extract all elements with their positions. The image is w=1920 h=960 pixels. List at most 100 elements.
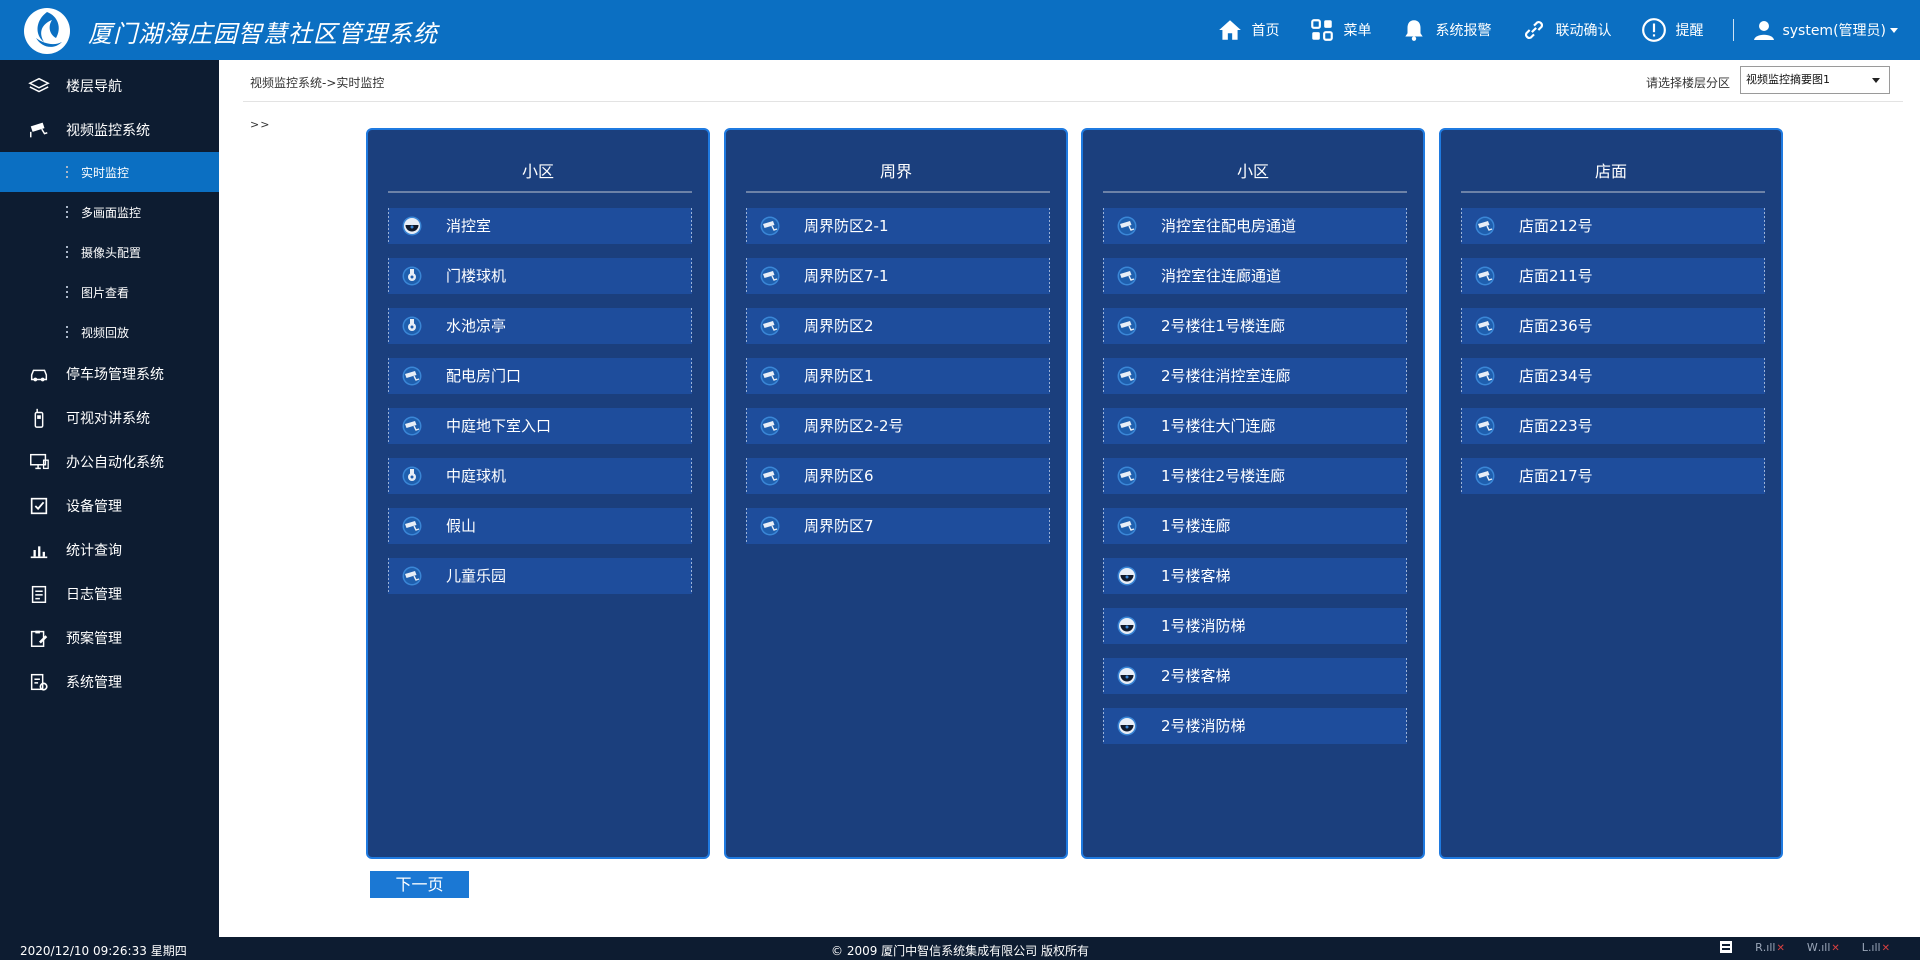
camera-label: 1号楼往大门连廊 <box>1161 417 1276 435</box>
camera-label: 周界防区2-1 <box>804 217 889 235</box>
sidebar-item-label: 楼层导航 <box>66 79 122 95</box>
sidebar-item-video[interactable]: 视频监控系统 <box>0 108 219 152</box>
camera-item[interactable]: 中庭球机 <box>388 458 692 494</box>
sidebar-item-intercom[interactable]: 可视对讲系统 <box>0 396 219 440</box>
camera-item[interactable]: 消控室往配电房通道 <box>1103 208 1407 244</box>
camera-item[interactable]: 2号楼往1号楼连廊 <box>1103 308 1407 344</box>
camera-item[interactable]: 1号楼客梯 <box>1103 558 1407 594</box>
camera-item[interactable]: 店面217号 <box>1461 458 1765 494</box>
bullet-camera-icon <box>1475 366 1495 386</box>
sidebar-sub-live[interactable]: 实时监控 <box>0 152 219 192</box>
printer-icon <box>1720 941 1733 953</box>
sidebar-item-label: 统计查询 <box>66 543 122 559</box>
sidebar-item-parking[interactable]: 停车场管理系统 <box>0 352 219 396</box>
nav-reminder[interactable]: 提醒 <box>1641 17 1703 43</box>
camera-item[interactable]: 门楼球机 <box>388 258 692 294</box>
ptz-camera-icon <box>402 466 422 486</box>
camera-item[interactable]: 消控室 <box>388 208 692 244</box>
expand-arrows[interactable]: >> <box>250 118 270 131</box>
grid-icon <box>1311 19 1334 41</box>
bullet-camera-icon <box>402 516 422 536</box>
dome-camera-icon <box>1117 616 1137 636</box>
sidebar-item-label: 办公自动化系统 <box>66 455 164 471</box>
camera-item[interactable]: 店面212号 <box>1461 208 1765 244</box>
status-indicators: R .ıll ✕ W .ıll ✕ L .ıll ✕ <box>1719 940 1890 954</box>
panel-title: 小区 <box>1236 162 1269 181</box>
camera-item[interactable]: 周界防区7 <box>746 508 1050 544</box>
camera-label: 周界防区7-1 <box>804 267 889 285</box>
sidebar-sub-camera-config[interactable]: 摄像头配置 <box>0 232 219 272</box>
nav-home[interactable]: 首页 <box>1217 17 1279 43</box>
camera-item[interactable]: 消控室往连廊通道 <box>1103 258 1407 294</box>
chevron-down-icon <box>1890 27 1898 33</box>
dome-camera-icon <box>1117 566 1137 586</box>
camera-item[interactable]: 周界防区1 <box>746 358 1050 394</box>
camera-item[interactable]: 1号楼往2号楼连廊 <box>1103 458 1407 494</box>
camera-label: 中庭球机 <box>446 467 507 485</box>
camera-item[interactable]: 2号楼往消控室连廊 <box>1103 358 1407 394</box>
monitor-icon <box>30 453 49 470</box>
dome-camera-icon <box>1117 716 1137 736</box>
camera-item[interactable]: 1号楼往大门连廊 <box>1103 408 1407 444</box>
nav-reminder-label: 提醒 <box>1675 23 1704 39</box>
sidebar-item-device[interactable]: 设备管理 <box>0 484 219 528</box>
camera-label: 水池凉亭 <box>446 317 507 335</box>
sidebar-item-office[interactable]: 办公自动化系统 <box>0 440 219 484</box>
user-menu[interactable]: system(管理员) <box>1752 18 1898 42</box>
camera-item[interactable]: 2号楼客梯 <box>1103 658 1407 694</box>
bullet-camera-icon <box>760 516 780 536</box>
next-page-button[interactable]: 下一页 <box>370 871 469 898</box>
ptz-camera-icon <box>402 266 422 286</box>
camera-item[interactable]: 周界防区2-2号 <box>746 408 1050 444</box>
zone-select[interactable]: 视频监控摘要图1 <box>1740 66 1890 94</box>
sidebar-item-stats[interactable]: 统计查询 <box>0 528 219 572</box>
home-icon <box>1219 20 1242 40</box>
camera-item[interactable]: 周界防区2 <box>746 308 1050 344</box>
camera-item[interactable]: 配电房门口 <box>388 358 692 394</box>
bullet-camera-icon <box>1117 466 1137 486</box>
camera-item[interactable]: 店面223号 <box>1461 408 1765 444</box>
chart-icon <box>30 546 48 559</box>
camera-item[interactable]: 周界防区7-1 <box>746 258 1050 294</box>
camera-panel: 小区 消控室 门楼球机 水池凉亭 配电房门口 中庭地下室入口 中庭球机 假山 儿童乐园 <box>366 128 710 859</box>
sidebar-item-floor-nav[interactable]: 楼层导航 <box>0 64 219 108</box>
sidebar-sub-label: 摄像头配置 <box>81 245 142 260</box>
sidebar-item-label: 日志管理 <box>66 587 122 603</box>
sidebar-item-log[interactable]: 日志管理 <box>0 572 219 616</box>
camera-item[interactable]: 2号楼消防梯 <box>1103 708 1407 744</box>
camera-label: 周界防区1 <box>804 367 874 385</box>
nav-menu[interactable]: 菜单 <box>1309 17 1371 43</box>
camera-label: 店面236号 <box>1519 317 1593 335</box>
panel-title: 店面 <box>1594 162 1627 181</box>
camera-item[interactable]: 店面236号 <box>1461 308 1765 344</box>
bullet-camera-icon <box>1117 266 1137 286</box>
sidebar-item-plan[interactable]: 预案管理 <box>0 616 219 660</box>
nav-alarm[interactable]: 系统报警 <box>1401 17 1491 43</box>
camera-item[interactable]: 假山 <box>388 508 692 544</box>
camera-panel: 店面店面212号 店面211号店面236号店面234号 店面223号 店面217号 <box>1439 128 1783 859</box>
camera-item[interactable]: 中庭地下室入口 <box>388 408 692 444</box>
bullet-camera-icon <box>760 316 780 336</box>
sidebar-sub-multi[interactable]: 多画面监控 <box>0 192 219 232</box>
alert-icon <box>1642 18 1667 42</box>
camera-panel: 小区消控室往配电房通道 消控室往连廊通道 2号楼往1号楼连廊 2号楼往消控室连廊 1号楼… <box>1081 128 1425 859</box>
camera-item[interactable]: 周界防区6 <box>746 458 1050 494</box>
plan-icon <box>30 630 48 647</box>
camera-item[interactable]: 1号楼连廊 <box>1103 508 1407 544</box>
camera-item[interactable]: 店面211号 <box>1461 258 1765 294</box>
nav-link-confirm[interactable]: 联动确认 <box>1521 17 1611 43</box>
camera-item[interactable]: 儿童乐园 <box>388 558 692 594</box>
camera-item[interactable]: 周界防区2-1 <box>746 208 1050 244</box>
checkbox-icon <box>30 497 48 515</box>
camera-item[interactable]: 水池凉亭 <box>388 308 692 344</box>
sidebar-item-system[interactable]: 系统管理 <box>0 660 219 704</box>
camera-item[interactable]: 1号楼消防梯 <box>1103 608 1407 644</box>
camera-item[interactable]: 店面234号 <box>1461 358 1765 394</box>
breadcrumb: 视频监控系统->实时监控 <box>250 76 385 90</box>
sidebar-sub-pictures[interactable]: 图片查看 <box>0 272 219 312</box>
sidebar-item-label: 系统管理 <box>66 675 122 691</box>
bullet-camera-icon <box>760 366 780 386</box>
sidebar-sub-playback[interactable]: 视频回放 <box>0 312 219 352</box>
cctv-icon <box>30 122 48 138</box>
top-header: 厦门湖海庄园智慧社区管理系统 首页 菜单 系统报警 联动确认 提醒 system… <box>0 0 1920 60</box>
